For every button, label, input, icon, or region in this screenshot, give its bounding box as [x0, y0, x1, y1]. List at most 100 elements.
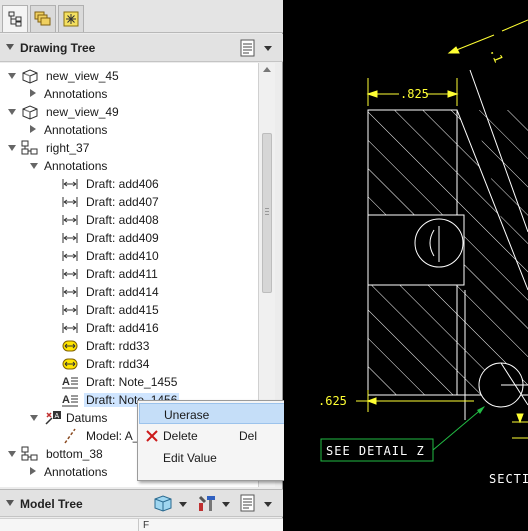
tree-item-label: Datums [66, 411, 108, 425]
tree-item-label: Draft: add409 [86, 231, 159, 245]
scroll-up-icon[interactable] [263, 67, 271, 72]
collapse-caret-icon[interactable] [6, 500, 14, 506]
tree-item-label: Annotations [44, 465, 108, 479]
tree-item-label: Draft: add410 [86, 249, 159, 263]
tree-item[interactable]: new_view_45 [0, 67, 258, 85]
expanded-toggle-icon[interactable] [30, 163, 38, 169]
drawing-sheet[interactable]: .825 .1 .625 SEE DETAIL Z SECTI [284, 0, 528, 531]
reference-dimension-icon [61, 356, 79, 372]
tree-settings-icon[interactable] [238, 493, 258, 513]
tree-item[interactable]: Draft: rdd33 [0, 337, 258, 355]
scrollbar-thumb[interactable] [262, 133, 272, 293]
tree-item[interactable]: Annotations [0, 157, 258, 175]
navigator-tab-bar [0, 0, 283, 33]
menu-item-edit-value[interactable]: Edit Value [139, 447, 290, 468]
chevron-down-icon[interactable] [179, 502, 187, 507]
dimension-icon [61, 212, 79, 228]
tree-item[interactable]: Annotations [0, 85, 258, 103]
tree-item-label: right_37 [46, 141, 90, 155]
model-tree-header[interactable]: Model Tree [0, 489, 283, 517]
show-model-icon[interactable] [152, 493, 172, 513]
expanded-toggle-icon[interactable] [8, 145, 16, 151]
expanded-toggle-icon[interactable] [8, 73, 16, 79]
dimension-icon [61, 266, 79, 282]
tab-layers[interactable] [30, 5, 56, 32]
tree-item-label: bottom_38 [46, 447, 103, 461]
dimension-icon [61, 194, 79, 210]
tree-item[interactable]: Draft: add406 [0, 175, 258, 193]
dimension-icon [61, 302, 79, 318]
dimension-icon [61, 176, 79, 192]
drawing-canvas[interactable]: .825 .1 .625 SEE DETAIL Z SECTI [284, 0, 528, 531]
collapsed-toggle-icon[interactable] [30, 467, 36, 475]
svg-text:.1: .1 [487, 46, 505, 65]
datum-icon: A [44, 410, 62, 426]
menu-item-delete[interactable]: Delete Del [139, 425, 290, 446]
axis-icon [61, 428, 79, 444]
tree-item[interactable]: Draft: add409 [0, 229, 258, 247]
menu-item-label: Unerase [164, 408, 210, 422]
chevron-down-icon[interactable] [222, 502, 230, 507]
layers-icon [34, 11, 51, 26]
note-icon: A [61, 392, 79, 408]
menu-item-label: Edit Value [163, 451, 217, 465]
tree-item[interactable]: A Draft: Note_1455 [0, 373, 258, 391]
dimension-icon [61, 320, 79, 336]
tree-item-label: Draft: add411 [86, 267, 158, 281]
tree-item[interactable]: Draft: rdd34 [0, 355, 258, 373]
menu-item-unerase[interactable]: Unerase [139, 403, 290, 424]
expanded-toggle-icon[interactable] [30, 415, 38, 421]
model-tree-columns: F [0, 518, 283, 531]
dim-825-text: .825 [400, 87, 429, 101]
chevron-down-icon[interactable] [264, 46, 272, 51]
tree-structure-icon [8, 11, 22, 27]
expanded-toggle-icon[interactable] [8, 451, 16, 457]
tree-settings-icon[interactable] [238, 38, 258, 58]
collapsed-toggle-icon[interactable] [30, 125, 36, 133]
tree-item-label: Draft: rdd33 [86, 339, 150, 353]
collapsed-toggle-icon[interactable] [30, 89, 36, 97]
drawing-tree-header[interactable]: Drawing Tree [0, 34, 283, 62]
tab-tree[interactable] [2, 5, 28, 32]
tree-item[interactable]: Draft: add411 [0, 265, 258, 283]
tree-item-label: Annotations [44, 159, 108, 173]
tree-item[interactable]: Draft: add415 [0, 301, 258, 319]
tree-item[interactable]: Draft: add414 [0, 283, 258, 301]
tab-favorites[interactable] [58, 5, 84, 32]
collapse-caret-icon[interactable] [6, 44, 14, 50]
dimension-825: .825 [366, 78, 459, 106]
tree-item[interactable]: right_37 [0, 139, 258, 157]
drawing-tree-title: Drawing Tree [20, 41, 96, 55]
note-icon: A [61, 374, 79, 390]
tree-item[interactable]: Draft: add416 [0, 319, 258, 337]
tree-item-label: new_view_49 [46, 105, 119, 119]
tree-item[interactable]: Draft: add408 [0, 211, 258, 229]
tree-item[interactable]: Draft: add407 [0, 193, 258, 211]
star-burst-icon [63, 11, 79, 27]
model-tree-title: Model Tree [20, 497, 83, 511]
tree-item[interactable]: Draft: add410 [0, 247, 258, 265]
dimension-icon [61, 248, 79, 264]
tree-item[interactable]: new_view_49 [0, 103, 258, 121]
tree-item-label: Draft: add408 [86, 213, 159, 227]
chevron-down-icon[interactable] [264, 502, 272, 507]
see-detail-callout[interactable]: SEE DETAIL Z [320, 406, 485, 462]
column-header[interactable]: F [143, 520, 149, 531]
tree-item-label: Annotations [44, 123, 108, 137]
detail-callout-text: SEE DETAIL Z [326, 444, 425, 458]
tree-item[interactable]: Annotations [0, 121, 258, 139]
section-label: SECTI [489, 472, 528, 486]
tools-icon[interactable] [196, 493, 216, 513]
tree-item-label: Draft: add415 [86, 303, 159, 317]
expanded-toggle-icon[interactable] [8, 109, 16, 115]
hole-symbol [414, 218, 464, 268]
tree-item-label: Draft: add406 [86, 177, 159, 191]
svg-text:A: A [62, 376, 70, 388]
tree-item-label: Draft: rdd34 [86, 357, 150, 371]
svg-text:A: A [55, 413, 60, 420]
dimension-icon [61, 230, 79, 246]
tree-item-label: Model: A_ [86, 429, 140, 443]
tree-item-label: Draft: add407 [86, 195, 159, 209]
view-3d-icon [21, 68, 39, 84]
reference-dimension-icon [61, 338, 79, 354]
